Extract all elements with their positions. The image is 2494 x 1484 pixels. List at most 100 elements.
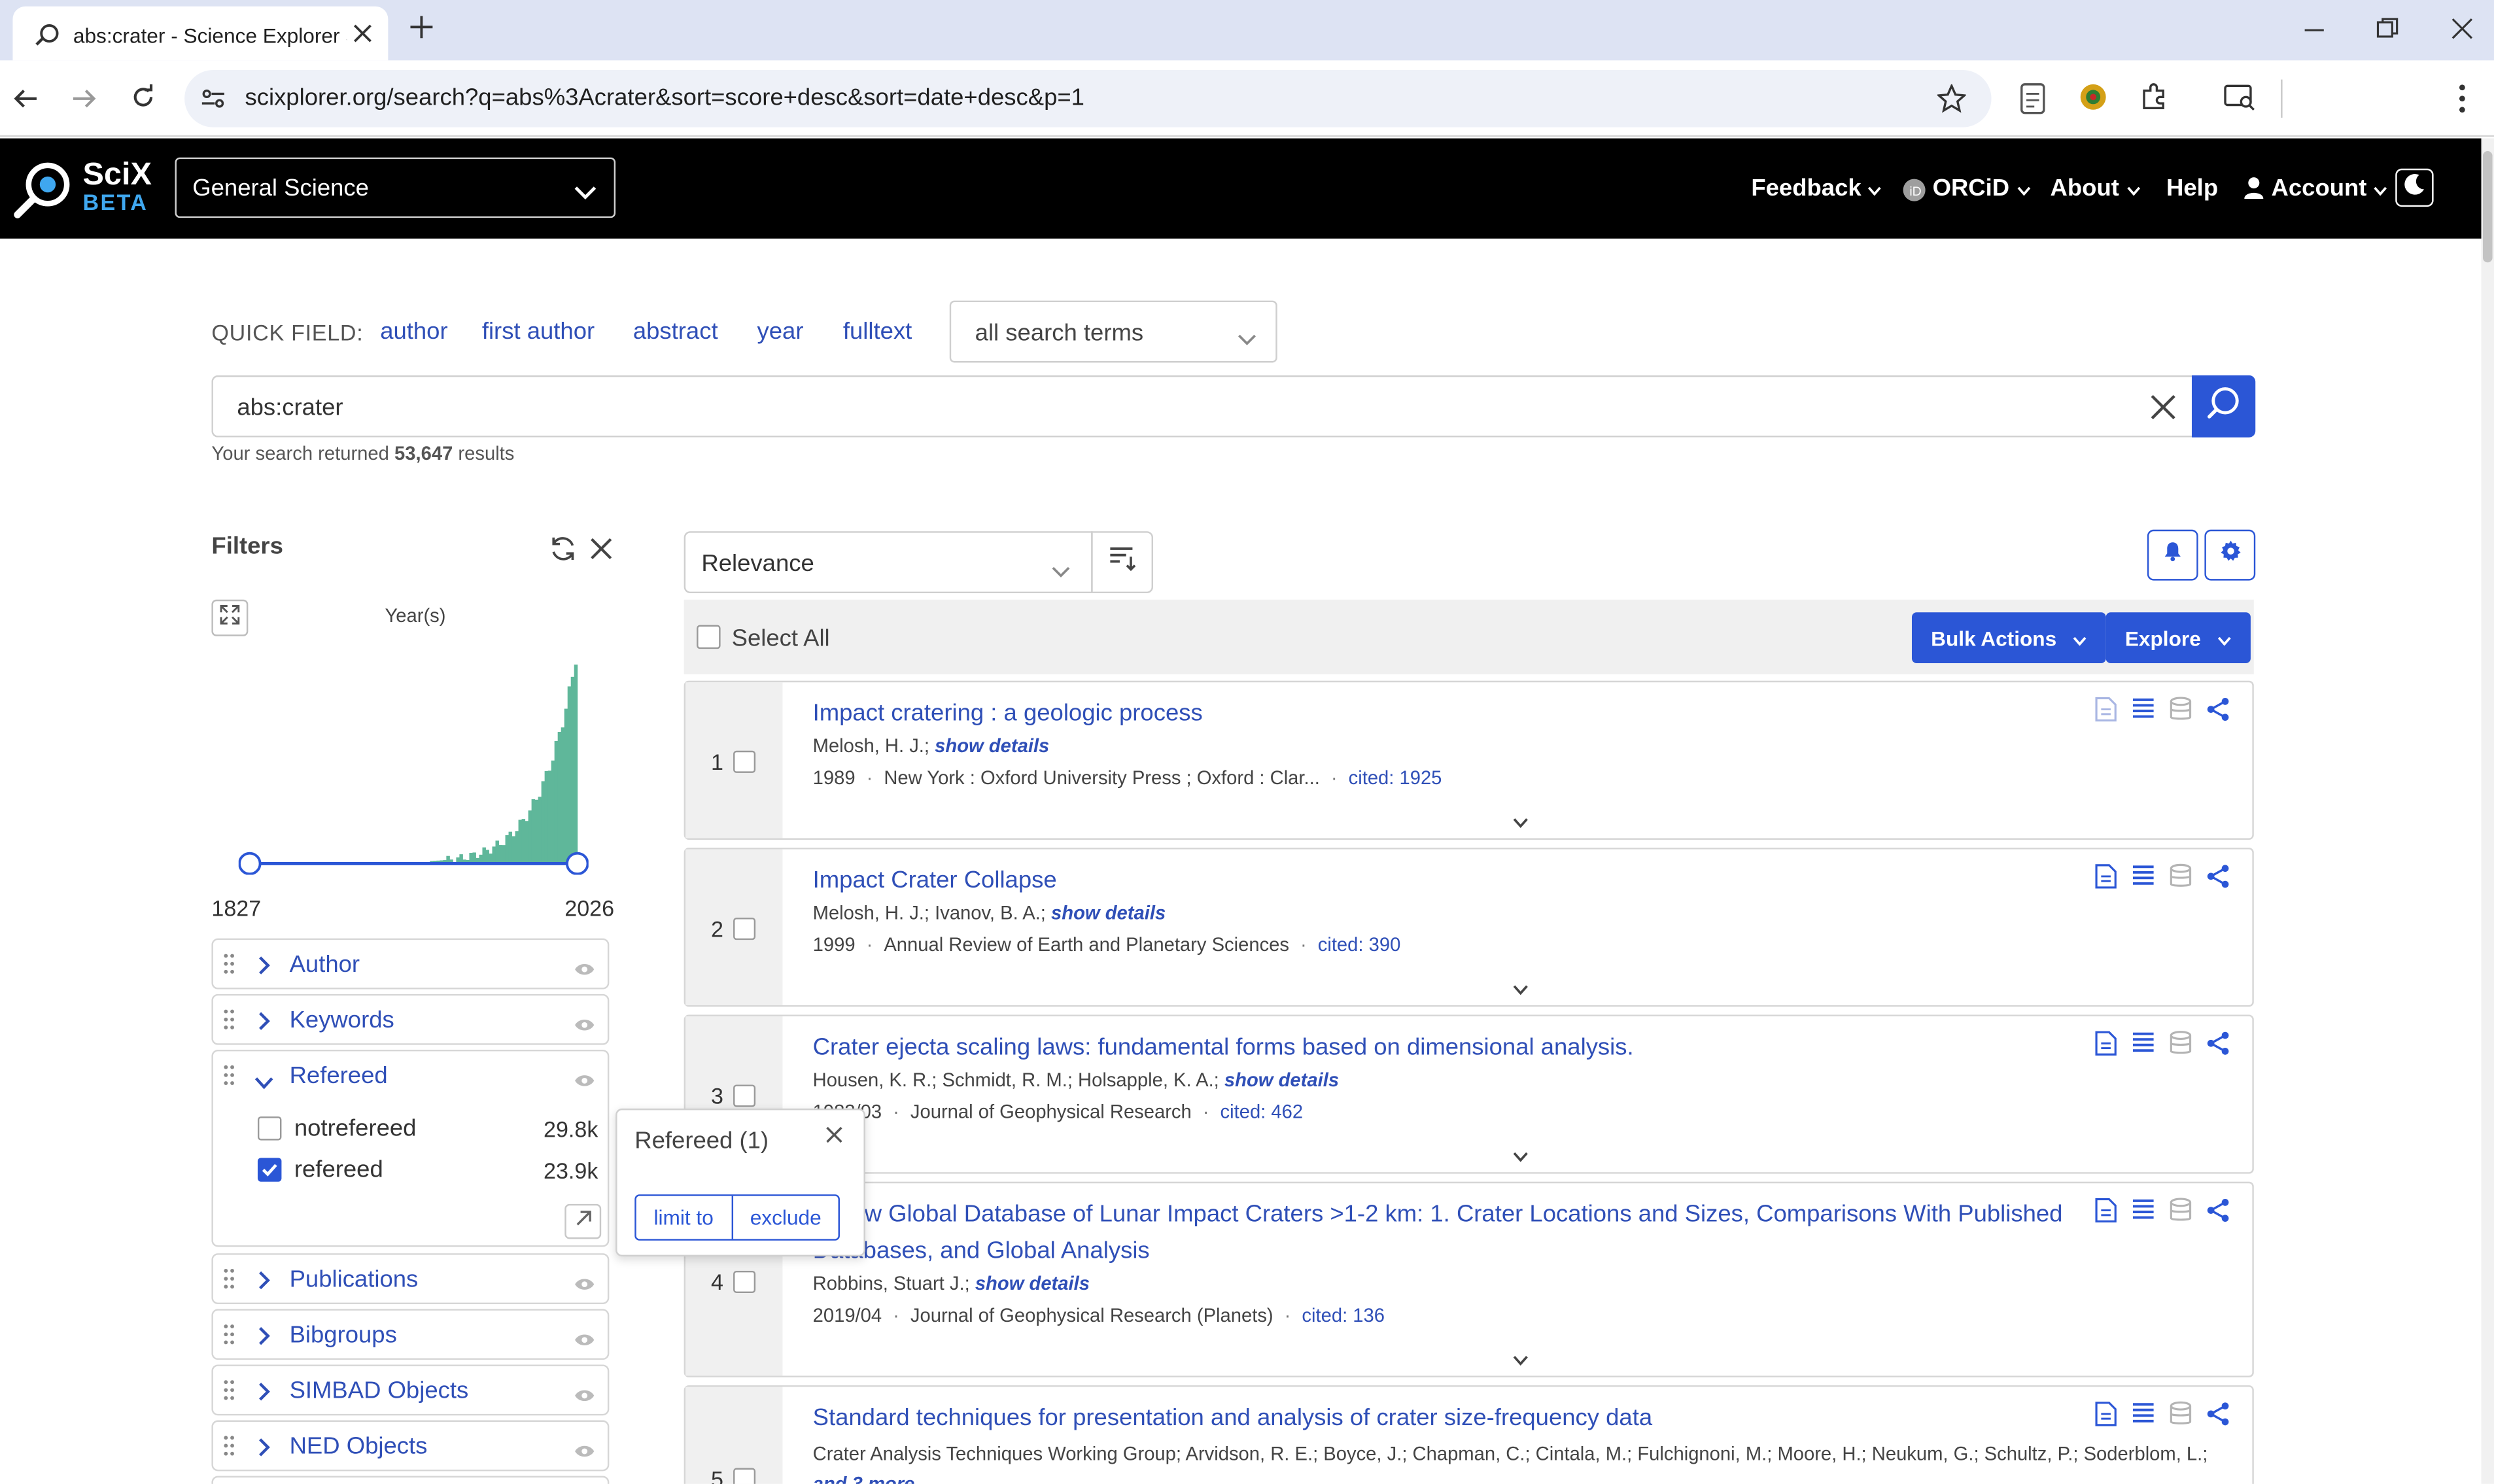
reload-icon[interactable] (130, 84, 156, 118)
cited-link[interactable]: cited: 136 (1302, 1304, 1385, 1326)
clear-search-icon[interactable] (2151, 394, 2176, 428)
result-checkbox[interactable] (733, 1468, 756, 1484)
data-products-icon[interactable] (2170, 1031, 2192, 1064)
data-products-icon[interactable] (2170, 697, 2192, 730)
restore-icon[interactable] (2376, 18, 2399, 48)
limit-to-button[interactable]: limit to (636, 1196, 731, 1239)
quick-field-abstract[interactable]: abstract (633, 318, 718, 345)
close-window-icon[interactable] (2451, 18, 2473, 48)
full-text-icon[interactable] (2095, 1031, 2117, 1064)
drag-handle-icon[interactable] (222, 1379, 235, 1401)
facet-keywords[interactable]: Keywords (211, 993, 610, 1045)
browser-tab[interactable]: abs:crater - Science Explorer Se (12, 6, 389, 61)
cited-link[interactable]: cited: 462 (1221, 1101, 1304, 1123)
facet-ned-objects[interactable]: NED Objects (211, 1420, 610, 1472)
eye-icon[interactable] (574, 1326, 595, 1355)
close-popover-icon[interactable] (825, 1123, 843, 1152)
expand-result-icon[interactable] (1513, 808, 1529, 837)
refereed-checkbox[interactable] (257, 1158, 282, 1182)
facet-option-label[interactable]: notrefereed (294, 1115, 417, 1142)
result-title[interactable]: Impact Crater Collapse (813, 862, 2070, 899)
result-checkbox[interactable] (733, 1084, 756, 1107)
share-icon[interactable] (2206, 1031, 2230, 1064)
show-details-link[interactable]: and 3 more (813, 1473, 915, 1484)
discipline-select[interactable]: General Science (175, 157, 616, 218)
result-title[interactable]: Impact cratering : a geologic process (813, 695, 2070, 732)
year-min-handle[interactable] (238, 852, 262, 875)
share-icon[interactable] (2206, 1401, 2230, 1434)
eye-icon[interactable] (574, 1271, 595, 1300)
result-title[interactable]: A New Global Database of Lunar Impact Cr… (813, 1196, 2070, 1269)
facet-expand-button[interactable] (564, 1203, 602, 1239)
minimize-icon[interactable] (2303, 19, 2325, 49)
references-list-icon[interactable] (2132, 697, 2155, 730)
result-checkbox[interactable] (733, 1270, 756, 1294)
show-details-link[interactable]: show details (1051, 902, 1166, 924)
forward-icon[interactable] (71, 86, 97, 119)
facet-author[interactable]: Author (211, 938, 610, 990)
cited-link[interactable]: cited: 390 (1318, 933, 1401, 956)
data-products-icon[interactable] (2170, 863, 2192, 897)
data-products-icon[interactable] (2170, 1198, 2192, 1231)
url-text[interactable]: scixplorer.org/search?q=abs%3Acrater&sor… (245, 84, 1084, 111)
explore-button[interactable]: Explore (2105, 612, 2251, 664)
sort-direction-button[interactable] (1091, 531, 1154, 594)
search-button[interactable] (2191, 375, 2256, 438)
bookmark-star-icon[interactable] (1936, 83, 1967, 121)
drag-handle-icon[interactable] (222, 1064, 235, 1086)
page-scrollbar[interactable] (2481, 138, 2494, 1484)
reading-mode-icon[interactable] (2020, 82, 2045, 122)
omnibox[interactable]: scixplorer.org/search?q=abs%3Acrater&sor… (184, 69, 1992, 128)
eye-icon[interactable] (574, 1382, 595, 1411)
extensions-puzzle-icon[interactable] (2139, 82, 2168, 119)
drag-handle-icon[interactable] (222, 1323, 235, 1345)
result-title[interactable]: Standard techniques for presentation and… (813, 1400, 2070, 1436)
result-checkbox[interactable] (733, 918, 756, 940)
select-all-checkbox[interactable] (697, 625, 721, 649)
extension-icon[interactable] (2079, 82, 2107, 119)
back-icon[interactable] (12, 86, 38, 119)
expand-year-graph-button[interactable] (211, 599, 249, 636)
media-icon[interactable] (2224, 82, 2256, 119)
facet-simbad-objects[interactable]: SIMBAD Objects (211, 1364, 610, 1416)
show-details-link[interactable]: show details (935, 734, 1049, 757)
exclude-button[interactable]: exclude (731, 1196, 839, 1239)
expand-result-icon[interactable] (1513, 1345, 1529, 1374)
expand-result-icon[interactable] (1513, 975, 1529, 1004)
references-list-icon[interactable] (2132, 1401, 2155, 1434)
references-list-icon[interactable] (2132, 1198, 2155, 1231)
scrollbar-thumb[interactable] (2482, 151, 2493, 263)
full-text-icon[interactable] (2095, 863, 2117, 897)
chevron-down-icon[interactable] (254, 1069, 273, 1097)
nav-feedback[interactable]: Feedback (1751, 175, 1882, 202)
share-icon[interactable] (2206, 697, 2230, 730)
eye-icon[interactable] (574, 956, 595, 984)
facet-label[interactable]: Refereed (290, 1062, 388, 1089)
search-query[interactable]: abs:crater (237, 394, 343, 421)
sort-select[interactable]: Relevance (684, 531, 1093, 594)
data-products-icon[interactable] (2170, 1401, 2192, 1434)
facet-bibgroups[interactable]: Bibgroups (211, 1309, 610, 1360)
facet-publications[interactable]: Publications (211, 1253, 610, 1305)
nav-about[interactable]: About (2051, 175, 2140, 202)
cited-link[interactable]: cited: 1925 (1349, 767, 1442, 789)
references-list-icon[interactable] (2132, 1031, 2155, 1064)
show-details-link[interactable]: show details (975, 1272, 1090, 1294)
tab-close-icon[interactable] (353, 22, 372, 51)
eye-icon[interactable] (574, 1438, 595, 1466)
year-histogram[interactable] (238, 652, 589, 875)
quick-field-author[interactable]: author (380, 318, 447, 345)
full-text-icon[interactable] (2095, 697, 2117, 730)
full-text-icon[interactable] (2095, 1198, 2117, 1231)
references-list-icon[interactable] (2132, 863, 2155, 897)
nav-help[interactable]: Help (2166, 175, 2218, 201)
facet-option-label[interactable]: refereed (294, 1156, 383, 1183)
full-text-icon[interactable] (2095, 1401, 2117, 1434)
eye-icon[interactable] (574, 1067, 595, 1096)
settings-button[interactable] (2204, 529, 2256, 581)
quick-field-first-author[interactable]: first author (482, 318, 595, 345)
bulk-actions-button[interactable]: Bulk Actions (1911, 612, 2106, 664)
search-terms-select[interactable]: all search terms (949, 300, 1277, 363)
drag-handle-icon[interactable] (222, 1268, 235, 1290)
show-details-link[interactable]: show details (1224, 1069, 1339, 1091)
